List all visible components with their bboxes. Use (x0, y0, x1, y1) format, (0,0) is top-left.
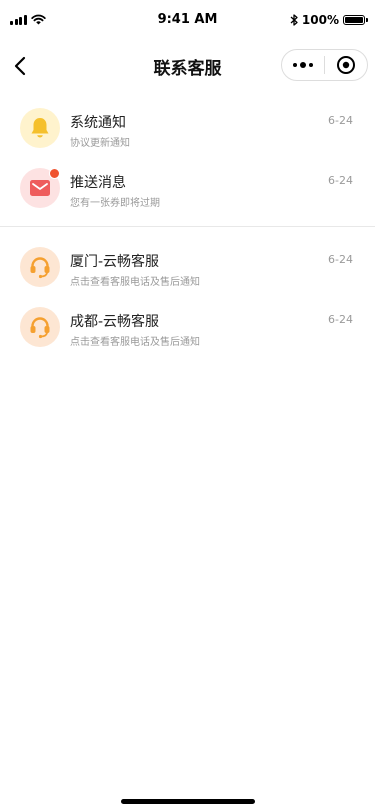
home-indicator (121, 799, 255, 804)
nav-bar: 联系客服 (0, 44, 375, 88)
avatar (20, 168, 60, 208)
item-date: 6-24 (328, 313, 353, 326)
item-subtitle: 您有一张券即将过期 (70, 198, 160, 209)
avatar (20, 247, 60, 287)
list-item-xiamen-service[interactable]: 厦门-云畅客服 点击查看客服电话及售后通知 6-24 (0, 237, 375, 297)
item-title: 系统通知 (70, 115, 126, 131)
item-date: 6-24 (328, 174, 353, 187)
more-button[interactable] (282, 50, 324, 80)
close-button[interactable] (325, 50, 367, 80)
avatar (20, 108, 60, 148)
item-subtitle: 点击查看客服电话及售后通知 (70, 277, 200, 288)
unread-badge (49, 168, 60, 179)
mail-icon (30, 180, 50, 196)
battery-icon (343, 15, 368, 25)
list-item-system-notice[interactable]: 系统通知 协议更新通知 6-24 (0, 98, 375, 158)
status-right: 100% (290, 13, 368, 27)
section-divider (0, 226, 375, 227)
headset-icon (30, 317, 50, 339)
message-list: 系统通知 协议更新通知 6-24 推送消息 您有一张券即将过期 6-24 厦门- (0, 98, 375, 357)
bluetooth-icon (290, 14, 298, 26)
avatar (20, 307, 60, 347)
item-title: 厦门-云畅客服 (70, 254, 160, 270)
mini-program-capsule (281, 49, 368, 81)
item-title: 推送消息 (70, 175, 126, 191)
item-date: 6-24 (328, 114, 353, 127)
status-bar: 9:41 AM 100% (0, 0, 375, 44)
more-dots-icon (293, 62, 313, 68)
item-date: 6-24 (328, 253, 353, 266)
bell-icon (31, 118, 49, 138)
item-subtitle: 点击查看客服电话及售后通知 (70, 337, 200, 348)
list-item-chengdu-service[interactable]: 成都-云畅客服 点击查看客服电话及售后通知 6-24 (0, 297, 375, 357)
battery-percent: 100% (301, 13, 339, 27)
item-title: 成都-云畅客服 (70, 314, 160, 330)
target-circle-icon (337, 56, 355, 74)
headset-icon (30, 257, 50, 279)
item-subtitle: 协议更新通知 (70, 138, 130, 149)
list-item-push-message[interactable]: 推送消息 您有一张券即将过期 6-24 (0, 158, 375, 218)
